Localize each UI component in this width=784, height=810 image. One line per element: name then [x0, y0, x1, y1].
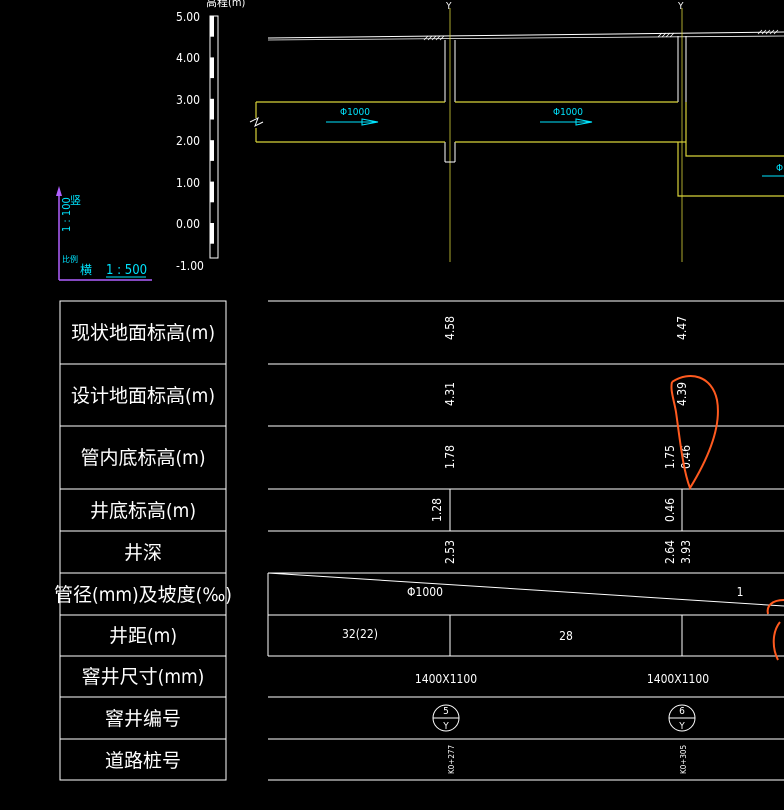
axis-block — [210, 140, 214, 161]
row-label-well-depth: 井深 — [124, 542, 162, 564]
axis-tick: 4.00 — [176, 51, 200, 65]
break-symbol — [249, 116, 264, 128]
horizontal-scale: 1 : 500 — [106, 263, 147, 278]
well-6-values: 4.47 4.39 1.75 0.46 0.46 2.64 3.93 1400X… — [647, 316, 709, 774]
well-depth: 2.64 — [663, 540, 677, 564]
axis-tick: -1.00 — [176, 259, 204, 273]
pipe-label: Φ1000 — [553, 107, 583, 118]
invert-elev: 1.75 — [663, 445, 677, 469]
row-label-station: 道路桩号 — [105, 750, 181, 772]
row-label-design-ground: 设计地面标高(m) — [71, 385, 215, 407]
station-no: K0+305 — [679, 745, 688, 774]
markup-annotation — [670, 375, 784, 661]
axis-tick: 1.00 — [176, 176, 200, 190]
row-label-diameter-slope: 管径(mm)及坡度(‰) — [54, 584, 232, 606]
well-shafts — [444, 36, 687, 163]
well-bottom-elev: 1.28 — [430, 498, 444, 522]
axis-block — [210, 16, 214, 37]
station-no: K0+277 — [447, 745, 456, 774]
well-spacing: 28 — [559, 629, 573, 643]
manhole-no-sub: Y — [678, 721, 685, 732]
manhole-no-sub: Y — [442, 721, 449, 732]
row-label-manhole-no: 窨井编号 — [105, 708, 181, 730]
design-elev: 4.31 — [443, 382, 457, 406]
scale-small-label: 比例 — [62, 254, 78, 264]
ground-elev: 4.58 — [443, 316, 457, 340]
invert-elev: 1.78 — [443, 445, 457, 469]
axis-tick: 3.00 — [176, 93, 200, 107]
well-marker: Y — [677, 1, 684, 12]
pipe-label: Φ — [776, 163, 783, 174]
horizontal-scale-label: 横 — [80, 263, 92, 277]
manhole-no: 5 — [443, 706, 449, 717]
row-label-existing-ground: 现状地面标高(m) — [71, 322, 215, 344]
axis-tick: 0.00 — [176, 217, 200, 231]
scale-legend: 1 : 100 竖 比例 横 1 : 500 — [56, 186, 152, 281]
axis-unit: 高程(m) — [206, 0, 246, 9]
well-depth-2: 3.93 — [679, 540, 693, 564]
axis-block — [210, 223, 214, 244]
row-label-well-bottom: 井底标高(m) — [90, 500, 196, 522]
design-elev: 4.39 — [675, 382, 689, 406]
ground-lines — [267, 29, 784, 41]
row-label-spacing: 井距(m) — [109, 625, 177, 647]
axis-block — [210, 57, 214, 79]
manhole-size: 1400X1100 — [647, 672, 709, 686]
well-5-values: 4.58 4.31 1.78 1.28 2.53 1400X1100 5 Y K… — [415, 316, 477, 774]
well-centrelines: Y Y — [445, 1, 684, 262]
row-label-invert: 管内底标高(m) — [81, 447, 206, 469]
manhole-size: 1400X1100 — [415, 672, 477, 686]
pipe-slope: 1 — [737, 585, 744, 599]
pipes — [255, 101, 784, 197]
axis-block — [210, 181, 214, 203]
well-marker: Y — [445, 1, 452, 12]
row-label-manhole-size: 窨井尺寸(mm) — [82, 666, 205, 688]
pipe-label: Φ1000 — [340, 107, 370, 118]
row-labels: 现状地面标高(m) 设计地面标高(m) 管内底标高(m) 井底标高(m) 井深 … — [54, 322, 232, 772]
well-spacing: 32(22) — [342, 627, 378, 641]
manhole-no: 6 — [679, 706, 685, 717]
profile-drawing: 高程(m) 5.00 4.00 3.00 2.00 1.00 0.00 -1.0… — [54, 0, 784, 781]
axis-tick: 5.00 — [176, 10, 200, 24]
well-bottom-elev: 0.46 — [663, 498, 677, 522]
vertical-scale-label: 竖 — [70, 194, 81, 207]
axis-block — [210, 98, 214, 120]
elevation-axis: 5.00 4.00 3.00 2.00 1.00 0.00 -1.00 — [176, 10, 219, 273]
pipe-diameter: Φ1000 — [407, 585, 443, 599]
data-table — [267, 300, 784, 781]
well-depth: 2.53 — [443, 540, 457, 564]
axis-tick: 2.00 — [176, 134, 200, 148]
ground-elev: 4.47 — [675, 316, 689, 340]
